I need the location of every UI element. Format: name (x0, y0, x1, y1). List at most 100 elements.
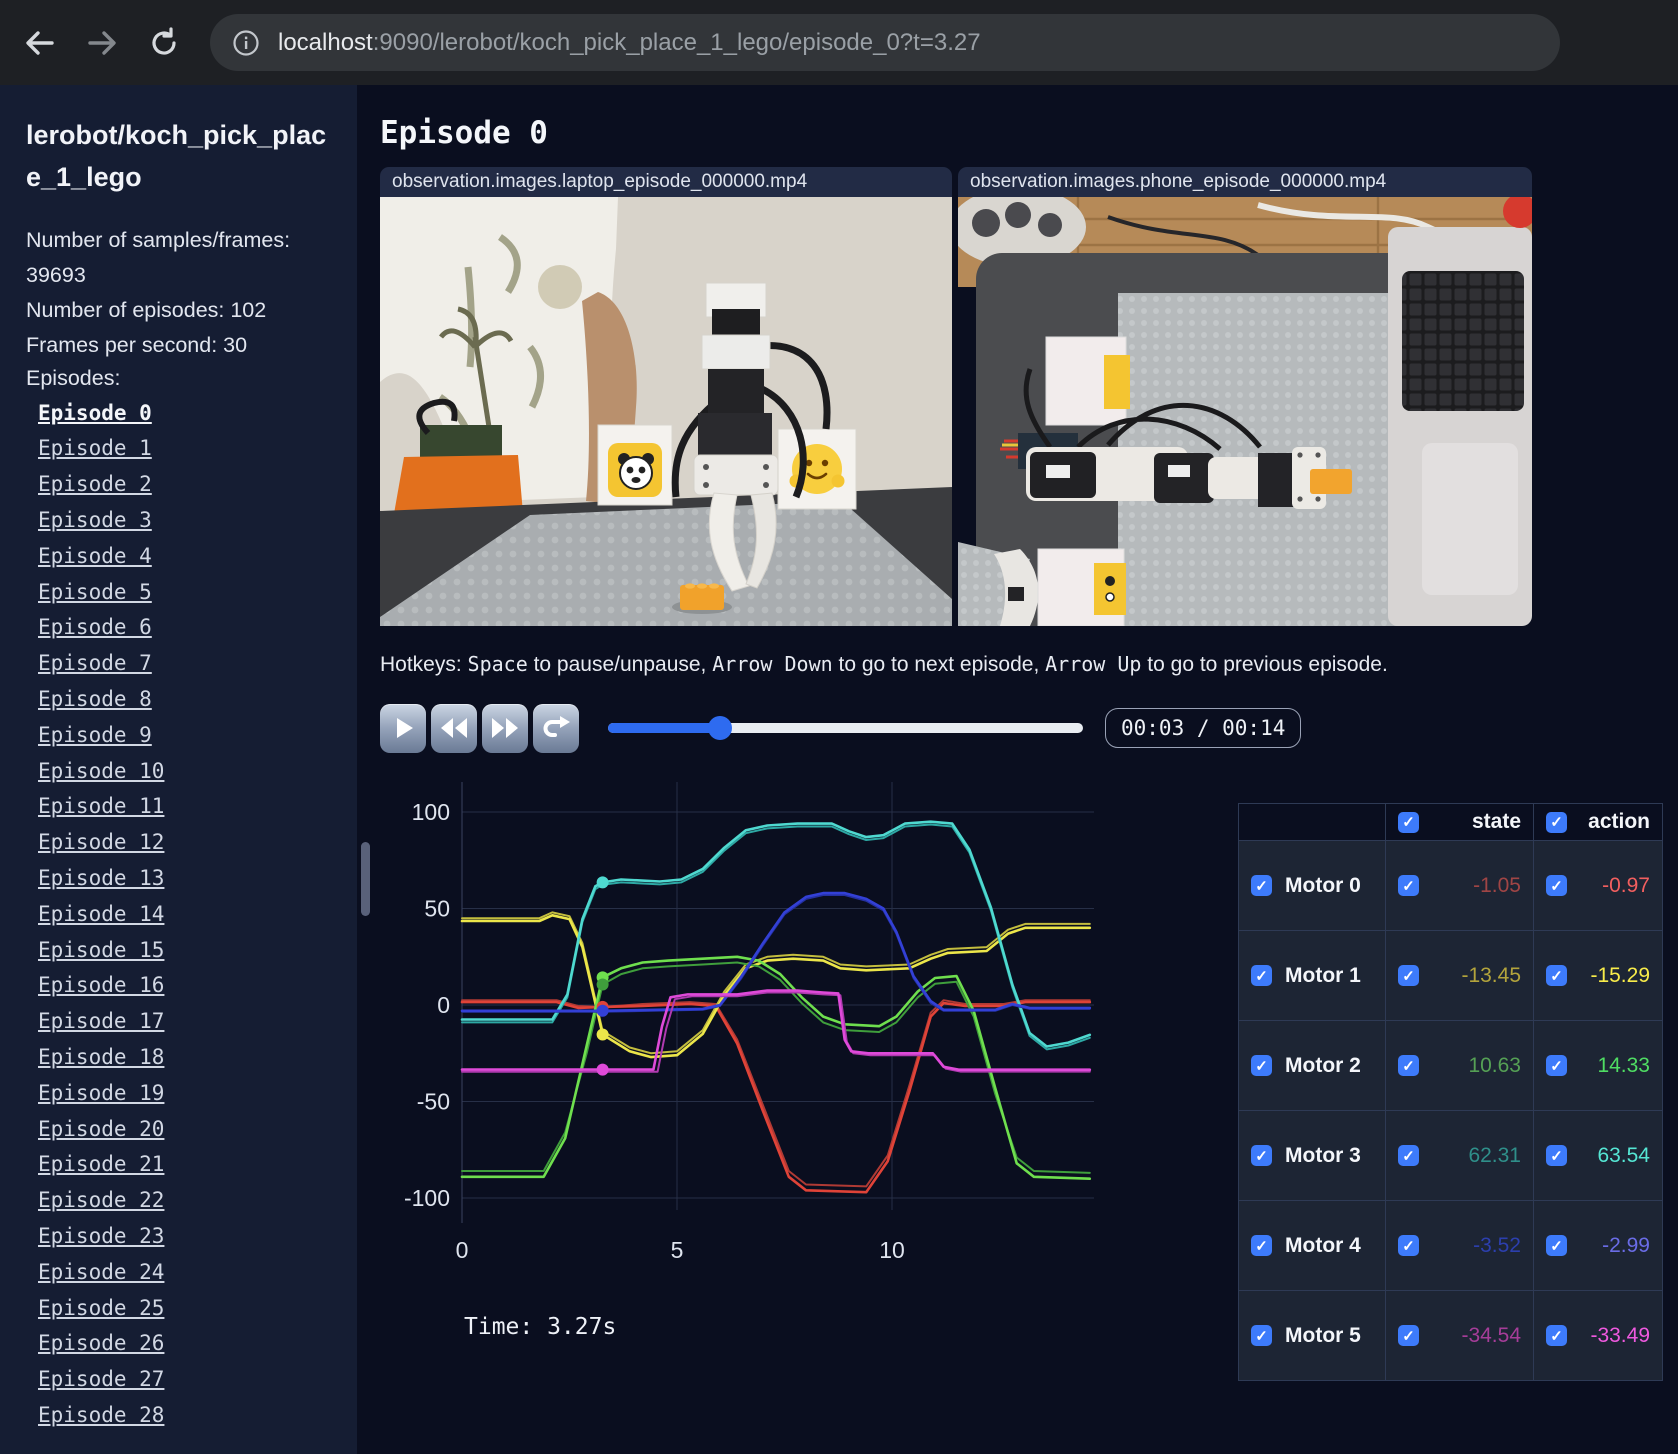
seek-slider-thumb[interactable] (707, 716, 732, 740)
episode-list-item: Episode 8 (38, 683, 331, 719)
episode-link[interactable]: Episode 10 (38, 759, 164, 783)
episode-list-item: Episode 26 (38, 1327, 331, 1363)
motor-row-checkbox[interactable]: ✓ (1251, 1145, 1272, 1166)
motor-row-checkbox[interactable]: ✓ (1251, 965, 1272, 986)
episode-link[interactable]: Episode 7 (38, 651, 152, 675)
state-value-checkbox[interactable]: ✓ (1398, 965, 1419, 986)
episode-link[interactable]: Episode 5 (38, 580, 152, 604)
hotkeys-text: Hotkeys: Space to pause/unpause, Arrow D… (380, 652, 1678, 677)
episode-link[interactable]: Episode 1 (38, 436, 152, 460)
episode-link[interactable]: Episode 27 (38, 1367, 164, 1391)
state-value-checkbox[interactable]: ✓ (1398, 875, 1419, 896)
action-value-checkbox[interactable]: ✓ (1546, 1325, 1567, 1346)
page-title: Episode 0 (380, 115, 548, 151)
header-action-cell: ✓ action (1533, 803, 1663, 841)
rewind-button[interactable] (431, 703, 477, 753)
robot-body (698, 413, 772, 459)
laptop-keyboard (1402, 271, 1524, 411)
chart-series (461, 911, 1091, 1055)
state-value-checkbox[interactable]: ✓ (1398, 1325, 1419, 1346)
chart-series (460, 914, 1092, 1059)
episode-link[interactable]: Episode 16 (38, 973, 164, 997)
browser-toolbar: localhost:9090/lerobot/koch_pick_place_1… (0, 0, 1678, 85)
motor-row: ✓ Motor 3 ✓ 62.31 ✓ 63.54 (1238, 1110, 1663, 1201)
cursor-marker (596, 1004, 609, 1017)
video-phone[interactable] (958, 197, 1532, 626)
episode-link[interactable]: Episode 0 (38, 401, 152, 425)
lego-brick (680, 585, 724, 610)
header-state-cell: ✓ state (1385, 803, 1534, 841)
cursor-marker (596, 1028, 609, 1041)
episode-link[interactable]: Episode 21 (38, 1152, 164, 1176)
motor-label: Motor 4 (1285, 1233, 1361, 1257)
episode-link[interactable]: Episode 28 (38, 1403, 164, 1427)
info-icon[interactable] (232, 29, 260, 57)
laptop-trackpad (1422, 443, 1518, 595)
episode-link[interactable]: Episode 8 (38, 687, 152, 711)
action-column-checkbox[interactable]: ✓ (1546, 811, 1567, 833)
chart-canvas[interactable]: 100500-50-1000 5 10 (380, 755, 1096, 1295)
episode-list-item: Episode 25 (38, 1292, 331, 1328)
episode-list-item: Episode 5 (38, 576, 331, 612)
episode-link[interactable]: Episode 26 (38, 1331, 164, 1355)
episode-link[interactable]: Episode 6 (38, 615, 152, 639)
episode-link[interactable]: Episode 4 (38, 544, 152, 568)
motor-row-checkbox[interactable]: ✓ (1251, 875, 1272, 896)
motor-table: ✓ state ✓ action ✓ Motor 0 ✓ -1.05 ✓ -0.97 ✓ Mo… (1238, 803, 1663, 1381)
episode-link[interactable]: Episode 9 (38, 723, 152, 747)
episode-link[interactable]: Episode 23 (38, 1224, 164, 1248)
motor-row-checkbox[interactable]: ✓ (1251, 1235, 1272, 1256)
chart-time-label: Time: 3.27s (464, 1314, 617, 1340)
play-button[interactable] (380, 703, 426, 753)
chart-container: 100 50 0 -50 -100 0 5 10 Time: 3.27s (380, 755, 1120, 1340)
state-value-checkbox[interactable]: ✓ (1398, 1055, 1419, 1076)
episode-link[interactable]: Episode 22 (38, 1188, 164, 1212)
episode-link[interactable]: Episode 14 (38, 902, 164, 926)
episode-link[interactable]: Episode 15 (38, 938, 164, 962)
episodes-count: Number of episodes: 102 (26, 298, 267, 323)
episode-link[interactable]: Episode 12 (38, 830, 164, 854)
state-value-checkbox[interactable]: ✓ (1398, 1145, 1419, 1166)
state-column-checkbox[interactable]: ✓ (1398, 811, 1419, 833)
loop-button[interactable] (533, 703, 579, 753)
episode-link[interactable]: Episode 25 (38, 1296, 164, 1320)
episode-link[interactable]: Episode 11 (38, 794, 164, 818)
episode-link[interactable]: Episode 17 (38, 1009, 164, 1033)
cursor-marker (596, 876, 609, 889)
episode-link[interactable]: Episode 18 (38, 1045, 164, 1069)
scrollbar-thumb[interactable] (361, 842, 370, 916)
browser-reload-button[interactable] (142, 21, 186, 65)
motor-row-checkbox[interactable]: ✓ (1251, 1055, 1272, 1076)
episode-list-item: Episode 7 (38, 647, 331, 683)
play-icon (397, 718, 413, 738)
motor-row-checkbox[interactable]: ✓ (1251, 1325, 1272, 1346)
episode-link[interactable]: Episode 20 (38, 1117, 164, 1141)
browser-back-button[interactable] (18, 21, 62, 65)
video-caption-phone: observation.images.phone_episode_000000.… (958, 167, 1532, 197)
action-value-checkbox[interactable]: ✓ (1546, 875, 1567, 896)
action-value-checkbox[interactable]: ✓ (1546, 965, 1567, 986)
motor-row: ✓ Motor 0 ✓ -1.05 ✓ -0.97 (1238, 840, 1663, 931)
episode-link[interactable]: Episode 2 (38, 472, 152, 496)
action-column-label: action (1588, 810, 1650, 833)
url-bar[interactable]: localhost:9090/lerobot/koch_pick_place_1… (210, 14, 1560, 71)
episode-link[interactable]: Episode 13 (38, 866, 164, 890)
fast-forward-button[interactable] (482, 703, 528, 753)
video-laptop[interactable] (380, 197, 952, 626)
svg-text:100: 100 (412, 799, 450, 825)
seek-slider[interactable] (608, 716, 1083, 740)
back-arrow-icon (26, 30, 54, 55)
action-value-checkbox[interactable]: ✓ (1546, 1235, 1567, 1256)
rewind-icon (441, 718, 467, 738)
action-value-checkbox[interactable]: ✓ (1546, 1055, 1567, 1076)
browser-forward-button[interactable] (80, 21, 124, 65)
episode-list-item: Episode 1 (38, 432, 331, 468)
state-value-checkbox[interactable]: ✓ (1398, 1235, 1419, 1256)
cursor-marker (596, 1063, 609, 1076)
episode-link[interactable]: Episode 19 (38, 1081, 164, 1105)
episode-link[interactable]: Episode 24 (38, 1260, 164, 1284)
episode-link[interactable]: Episode 3 (38, 508, 152, 532)
action-value-checkbox[interactable]: ✓ (1546, 1145, 1567, 1166)
episode-list: Episode 0 Episode 1 Episode 2 Episode 3 Epis… (26, 397, 331, 1435)
episode-list-item: Episode 14 (38, 898, 331, 934)
